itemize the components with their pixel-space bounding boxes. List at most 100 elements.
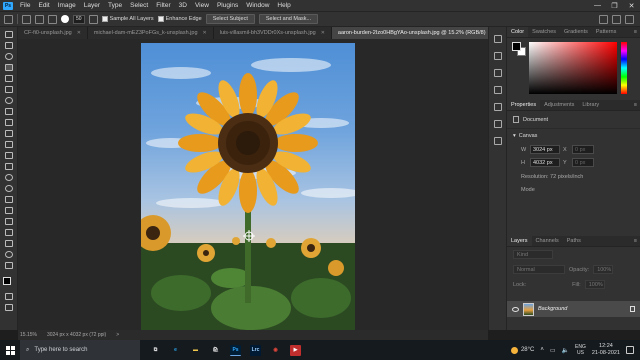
sample-all-layers-checkbox[interactable]: Sample All Layers bbox=[101, 16, 154, 22]
menu-window[interactable]: Window bbox=[242, 2, 273, 9]
hand-tool-icon[interactable] bbox=[4, 240, 13, 247]
brush-tool-icon[interactable] bbox=[4, 119, 13, 126]
close-tab-icon[interactable]: ✕ bbox=[203, 30, 207, 36]
lock-icon[interactable] bbox=[630, 306, 635, 312]
status-arrow-icon[interactable]: > bbox=[116, 332, 119, 338]
close-button[interactable]: ✕ bbox=[623, 2, 640, 10]
menu-type[interactable]: Type bbox=[104, 2, 126, 9]
menu-filter[interactable]: Filter bbox=[152, 2, 174, 9]
y-field[interactable]: 0 px bbox=[572, 158, 594, 167]
workspace-icon[interactable] bbox=[612, 14, 621, 24]
zoom-level[interactable]: 15.15% bbox=[20, 332, 37, 338]
store-icon[interactable]: 🛍 bbox=[210, 345, 221, 356]
blend-mode-select[interactable]: Normal bbox=[513, 265, 565, 274]
canvas-area[interactable] bbox=[18, 39, 488, 330]
close-tab-icon[interactable]: ✕ bbox=[77, 30, 81, 36]
actions-panel-icon[interactable] bbox=[493, 52, 502, 60]
checkbox-box[interactable] bbox=[157, 16, 164, 22]
select-and-mask-button[interactable]: Select and Mask... bbox=[258, 14, 319, 24]
menu-layer[interactable]: Layer bbox=[80, 2, 104, 9]
panel-menu-icon[interactable]: ≡ bbox=[634, 100, 640, 110]
zoom-tool-icon[interactable] bbox=[4, 251, 13, 258]
hue-slider[interactable] bbox=[621, 42, 627, 94]
media-encoder-icon[interactable]: ▶ bbox=[290, 344, 301, 356]
clock[interactable]: 12:24 21-08-2021 bbox=[592, 343, 620, 357]
minimize-button[interactable]: — bbox=[589, 2, 606, 10]
more-tools-icon[interactable] bbox=[4, 262, 13, 269]
volume-icon[interactable]: 🔈 bbox=[562, 347, 569, 354]
paragraph-panel-icon[interactable] bbox=[493, 103, 502, 111]
frame-tool-icon[interactable] bbox=[4, 86, 13, 93]
eraser-tool-icon[interactable] bbox=[4, 152, 13, 159]
task-view-icon[interactable]: ⧉ bbox=[150, 345, 161, 356]
network-icon[interactable]: ▭ bbox=[550, 347, 556, 354]
info-panel-icon[interactable] bbox=[493, 120, 502, 128]
canvas-section[interactable]: ▾ Canvas bbox=[507, 129, 640, 143]
menu-plugins[interactable]: Plugins bbox=[213, 2, 242, 9]
start-button[interactable] bbox=[0, 340, 20, 360]
x-field[interactable]: 0 px bbox=[572, 145, 594, 154]
move-tool-icon[interactable] bbox=[4, 31, 13, 38]
edge-icon[interactable]: e bbox=[170, 345, 181, 356]
tab-properties[interactable]: Properties bbox=[507, 100, 541, 110]
tool-preset-icon[interactable] bbox=[4, 14, 13, 24]
select-subject-button[interactable]: Select Subject bbox=[205, 14, 255, 24]
fill-field[interactable]: 100% bbox=[584, 280, 605, 289]
brush-settings-icon[interactable] bbox=[493, 69, 502, 77]
menu-file[interactable]: File bbox=[16, 2, 34, 9]
crop-tool-icon[interactable] bbox=[4, 75, 13, 82]
dodge-tool-icon[interactable] bbox=[4, 185, 13, 192]
sunflower-photo[interactable] bbox=[141, 43, 355, 330]
document-tab[interactable]: michael-dam-mEZ3PoFGs_k-unsplash.jpg ✕ bbox=[87, 27, 214, 39]
brush-angle-icon[interactable] bbox=[88, 14, 98, 24]
tab-adjustments[interactable]: Adjustments bbox=[540, 100, 578, 110]
eyedropper-tool-icon[interactable] bbox=[4, 97, 13, 104]
gradient-tool-icon[interactable] bbox=[4, 163, 13, 170]
history-brush-tool-icon[interactable] bbox=[4, 141, 13, 148]
tray-up-arrow-icon[interactable]: ˄ bbox=[540, 347, 544, 353]
color-picker-field[interactable] bbox=[529, 42, 617, 94]
blur-tool-icon[interactable] bbox=[4, 174, 13, 181]
menu-3d[interactable]: 3D bbox=[175, 2, 191, 9]
pen-tool-icon[interactable] bbox=[4, 196, 13, 203]
character-panel-icon[interactable] bbox=[493, 86, 502, 94]
tab-channels[interactable]: Channels bbox=[532, 236, 563, 246]
file-explorer-icon[interactable]: ▬ bbox=[190, 345, 201, 356]
subtract-selection-icon[interactable] bbox=[48, 14, 57, 24]
document-tab[interactable]: luis-villasmil-bh3VDDr0Xs-unsplash.jpg ✕ bbox=[213, 27, 332, 39]
visibility-eye-icon[interactable] bbox=[512, 306, 519, 312]
brush-preview-icon[interactable] bbox=[61, 15, 69, 23]
document-tab[interactable]: CF-fi0-unsplash.jpg ✕ bbox=[18, 27, 88, 39]
opacity-field[interactable]: 100% bbox=[593, 265, 614, 274]
quick-mask-icon[interactable] bbox=[4, 293, 13, 300]
chrome-icon[interactable]: ◉ bbox=[270, 345, 281, 356]
width-field[interactable]: 3024 px bbox=[530, 145, 560, 154]
quick-selection-tool-icon[interactable] bbox=[4, 64, 13, 71]
tab-patterns[interactable]: Patterns bbox=[592, 27, 620, 37]
path-selection-tool-icon[interactable] bbox=[4, 218, 13, 225]
brush-size-field[interactable]: 50 bbox=[73, 14, 85, 24]
menu-view[interactable]: View bbox=[191, 2, 213, 9]
tab-gradients[interactable]: Gradients bbox=[560, 27, 592, 37]
menu-select[interactable]: Select bbox=[126, 2, 152, 9]
panel-menu-icon[interactable]: ≡ bbox=[634, 236, 640, 246]
taskbar-search-box[interactable]: ⌕ Type here to search bbox=[20, 340, 140, 360]
photoshop-taskbar-icon[interactable]: Ps bbox=[230, 344, 241, 356]
color-fg-bg-swatches[interactable] bbox=[512, 42, 526, 56]
menu-image[interactable]: Image bbox=[54, 2, 80, 9]
tab-swatches[interactable]: Swatches bbox=[528, 27, 560, 37]
add-selection-icon[interactable] bbox=[35, 14, 44, 24]
document-tab-active[interactable]: aaron-burden-2Izo0HBgYAo-unsplash.jpg @ … bbox=[331, 27, 502, 39]
menu-help[interactable]: Help bbox=[273, 2, 294, 9]
search-icon[interactable] bbox=[599, 14, 608, 24]
lightroom-classic-icon[interactable]: Lrc bbox=[250, 344, 261, 356]
screen-mode-icon[interactable] bbox=[4, 304, 13, 311]
clone-stamp-tool-icon[interactable] bbox=[4, 130, 13, 137]
checkbox-box[interactable] bbox=[101, 16, 108, 22]
healing-brush-tool-icon[interactable] bbox=[4, 108, 13, 115]
notification-icon[interactable] bbox=[626, 346, 634, 354]
foreground-background-swatches[interactable] bbox=[2, 277, 15, 289]
3d-panel-icon[interactable] bbox=[493, 137, 502, 145]
tab-color[interactable]: Color bbox=[507, 27, 529, 37]
height-field[interactable]: 4032 px bbox=[530, 158, 560, 167]
